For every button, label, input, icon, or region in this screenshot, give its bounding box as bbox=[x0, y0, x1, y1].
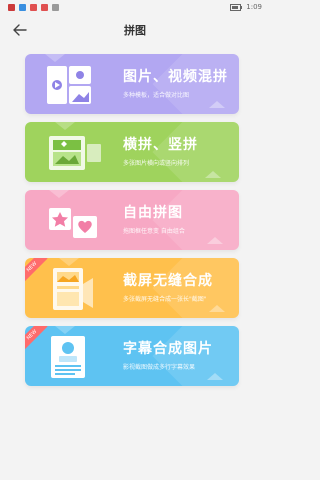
screenshot-merge-icon bbox=[53, 268, 93, 310]
collage-stitch-icon bbox=[49, 136, 101, 170]
status-notification-icons bbox=[8, 3, 59, 11]
card-subtitle: 拖图框任意变 自由组合 bbox=[123, 228, 185, 235]
card-mixed-collage[interactable]: 图片、视频混拼 多种模板，适合做对比图 bbox=[25, 54, 239, 114]
app-bar: 拼图 bbox=[0, 14, 270, 46]
notification-icon bbox=[52, 3, 59, 11]
notification-icon bbox=[8, 3, 15, 11]
arrow-left-icon bbox=[13, 24, 27, 36]
card-subtitle-merge[interactable]: NEW 字幕合成图片 影视截图做成多行字幕效果 bbox=[25, 326, 239, 386]
collage-mixed-icon bbox=[47, 66, 91, 104]
subtitle-merge-icon bbox=[51, 336, 85, 378]
free-collage-icon bbox=[49, 208, 97, 238]
card-subtitle: 多张图片横向或竖向排列 bbox=[123, 160, 190, 167]
card-subtitle: 多张截屏无缝合成一张长"截图" bbox=[123, 296, 207, 303]
card-screenshot-merge[interactable]: NEW 截屏无缝合成 多张截屏无缝合成一张长"截图" bbox=[25, 258, 239, 318]
card-horizontal-vertical[interactable]: 横拼、竖拼 多张图片横向或竖向排列 bbox=[25, 122, 239, 182]
back-button[interactable] bbox=[10, 21, 30, 39]
notification-icon bbox=[30, 3, 37, 11]
notification-icon bbox=[19, 3, 26, 11]
notification-icon bbox=[41, 3, 48, 11]
card-title: 截屏无缝合成 bbox=[123, 273, 213, 289]
status-time: 1:09 bbox=[246, 3, 262, 11]
card-title: 自由拼图 bbox=[123, 205, 183, 221]
card-title: 图片、视频混拼 bbox=[123, 69, 228, 85]
page-title: 拼图 bbox=[124, 24, 146, 37]
card-free-collage[interactable]: 自由拼图 拖图框任意变 自由组合 bbox=[25, 190, 239, 250]
card-subtitle: 影视截图做成多行字幕效果 bbox=[123, 364, 196, 371]
card-title: 字幕合成图片 bbox=[123, 341, 213, 357]
battery-icon bbox=[230, 3, 243, 11]
card-subtitle: 多种模板，适合做对比图 bbox=[123, 92, 190, 99]
card-title: 横拼、竖拼 bbox=[123, 137, 198, 153]
status-bar: 1:09 bbox=[0, 0, 270, 14]
